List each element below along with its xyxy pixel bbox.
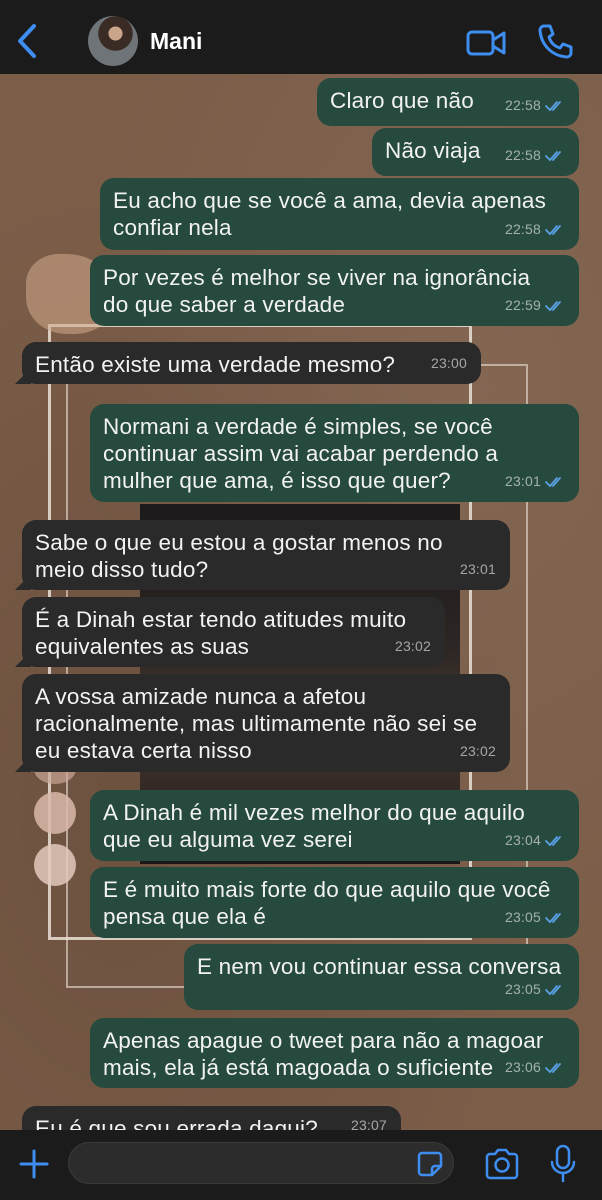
message-text: Sabe o que eu estou a gostar menos no me… <box>35 530 443 582</box>
message-text: A vossa amizade nunca a afetou racionalm… <box>35 684 478 763</box>
contact-name[interactable]: Mani <box>150 28 202 55</box>
message-text: Por vezes é melhor se viver na ignorânci… <box>103 265 531 317</box>
bubble-tail <box>15 756 31 772</box>
message-meta: 23:04 <box>505 827 565 854</box>
outgoing-message[interactable]: Apenas apague o tweet para não a magoar … <box>90 1018 579 1088</box>
message-meta: 23:01 <box>505 468 565 495</box>
outgoing-message[interactable]: Claro que não 22:58 <box>317 78 579 126</box>
message-time: 23:04 <box>504 832 541 848</box>
message-time: 23:02 <box>459 743 496 759</box>
plus-icon[interactable] <box>18 1148 50 1180</box>
message-meta: 23:05 <box>505 976 565 1003</box>
message-time: 23:01 <box>459 561 496 577</box>
wallpaper-circle <box>34 792 76 834</box>
sticker-icon[interactable] <box>416 1150 444 1178</box>
message-time: 23:02 <box>394 638 431 654</box>
message-time: 22:58 <box>504 147 541 163</box>
incoming-message[interactable]: Eu é que sou errada daqui? 23:07 <box>22 1106 401 1130</box>
composer-bar <box>0 1130 602 1200</box>
incoming-message[interactable]: Então existe uma verdade mesmo? 23:00 <box>15 342 481 384</box>
message-meta: 23:05 <box>505 904 565 931</box>
read-ticks-icon <box>545 912 561 923</box>
message-time: 23:07 <box>350 1117 387 1130</box>
message-meta: 23:00 <box>431 350 467 377</box>
bubble-tail <box>15 368 31 384</box>
chat-header: Mani <box>0 0 602 74</box>
message-meta: 23:06 <box>505 1054 565 1081</box>
message-text: Normani a verdade é simples, se você con… <box>103 414 499 493</box>
incoming-message[interactable]: Sabe o que eu estou a gostar menos no me… <box>15 520 510 590</box>
message-text: Eu acho que se você a ama, devia apenas … <box>113 188 547 240</box>
message-time: 22:59 <box>504 297 541 313</box>
message-text: Eu é que sou errada daqui? <box>35 1116 318 1130</box>
wallpaper-circle <box>34 844 76 886</box>
outgoing-message[interactable]: E é muito mais forte do que aquilo que v… <box>90 867 579 938</box>
phone-icon[interactable] <box>536 22 574 60</box>
outgoing-message[interactable]: Por vezes é melhor se viver na ignorânci… <box>90 255 579 326</box>
message-meta: 23:02 <box>395 633 431 660</box>
message-time: 22:58 <box>504 221 541 237</box>
message-text: Apenas apague o tweet para não a magoar … <box>103 1028 544 1080</box>
read-ticks-icon <box>545 476 561 487</box>
back-chevron-icon[interactable] <box>14 22 40 60</box>
read-ticks-icon <box>545 835 561 846</box>
incoming-message[interactable]: A vossa amizade nunca a afetou racionalm… <box>15 674 510 772</box>
outgoing-message[interactable]: Normani a verdade é simples, se você con… <box>90 404 579 502</box>
message-time: 23:05 <box>504 981 541 997</box>
message-text: E é muito mais forte do que aquilo que v… <box>103 877 551 929</box>
read-ticks-icon <box>545 300 561 311</box>
incoming-message[interactable]: É a Dinah estar tendo atitudes muito equ… <box>15 597 445 667</box>
bubble-tail <box>15 574 31 590</box>
microphone-icon[interactable] <box>548 1144 578 1184</box>
outgoing-message[interactable]: Não viaja 22:58 <box>372 128 579 176</box>
read-ticks-icon <box>545 100 561 111</box>
read-ticks-icon <box>545 224 561 235</box>
bubble-tail <box>15 651 31 667</box>
message-text: A Dinah é mil vezes melhor do que aquilo… <box>103 800 525 852</box>
camera-icon[interactable] <box>484 1148 520 1180</box>
message-meta: 23:07 <box>351 1112 387 1130</box>
outgoing-message[interactable]: Eu acho que se você a ama, devia apenas … <box>100 178 579 250</box>
read-ticks-icon <box>545 984 561 995</box>
message-meta: 22:59 <box>505 292 565 319</box>
outgoing-message[interactable]: E nem vou continuar essa conversa 23:05 <box>184 944 579 1010</box>
video-camera-icon[interactable] <box>466 28 506 58</box>
message-time: 23:05 <box>504 909 541 925</box>
message-meta: 22:58 <box>505 216 565 243</box>
outgoing-message[interactable]: A Dinah é mil vezes melhor do que aquilo… <box>90 790 579 861</box>
message-text: Então existe uma verdade mesmo? <box>35 352 396 377</box>
message-input[interactable] <box>68 1142 454 1184</box>
avatar[interactable] <box>88 16 138 66</box>
message-time: 23:00 <box>430 355 467 371</box>
message-meta: 23:02 <box>460 738 496 765</box>
message-meta: 22:58 <box>505 142 565 169</box>
read-ticks-icon <box>545 150 561 161</box>
read-ticks-icon <box>545 1062 561 1073</box>
message-meta: 22:58 <box>505 92 565 119</box>
message-time: 23:06 <box>504 1059 541 1075</box>
chat-area[interactable]: Claro que não 22:58 Não viaja 22:58 Eu acho … <box>0 74 602 1130</box>
message-meta: 23:01 <box>460 556 496 583</box>
message-time: 22:58 <box>504 97 541 113</box>
message-time: 23:01 <box>504 473 541 489</box>
message-text: É a Dinah estar tendo atitudes muito equ… <box>35 607 407 659</box>
